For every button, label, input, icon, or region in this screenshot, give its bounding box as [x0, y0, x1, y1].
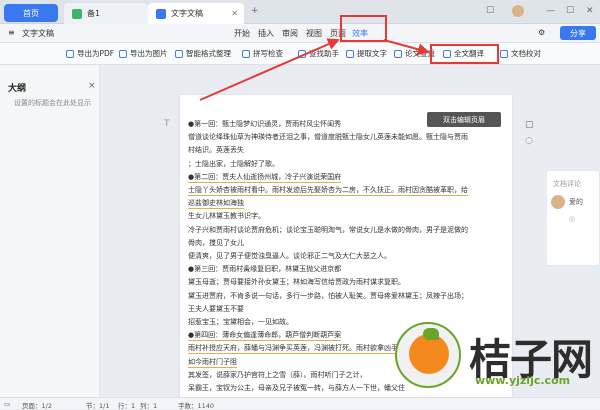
orange-logo-icon — [395, 322, 461, 388]
watermark-url: www.yjzljc.com — [475, 374, 571, 387]
watermark-logo: 桔子网 www.yjzljc.com — [395, 322, 600, 409]
